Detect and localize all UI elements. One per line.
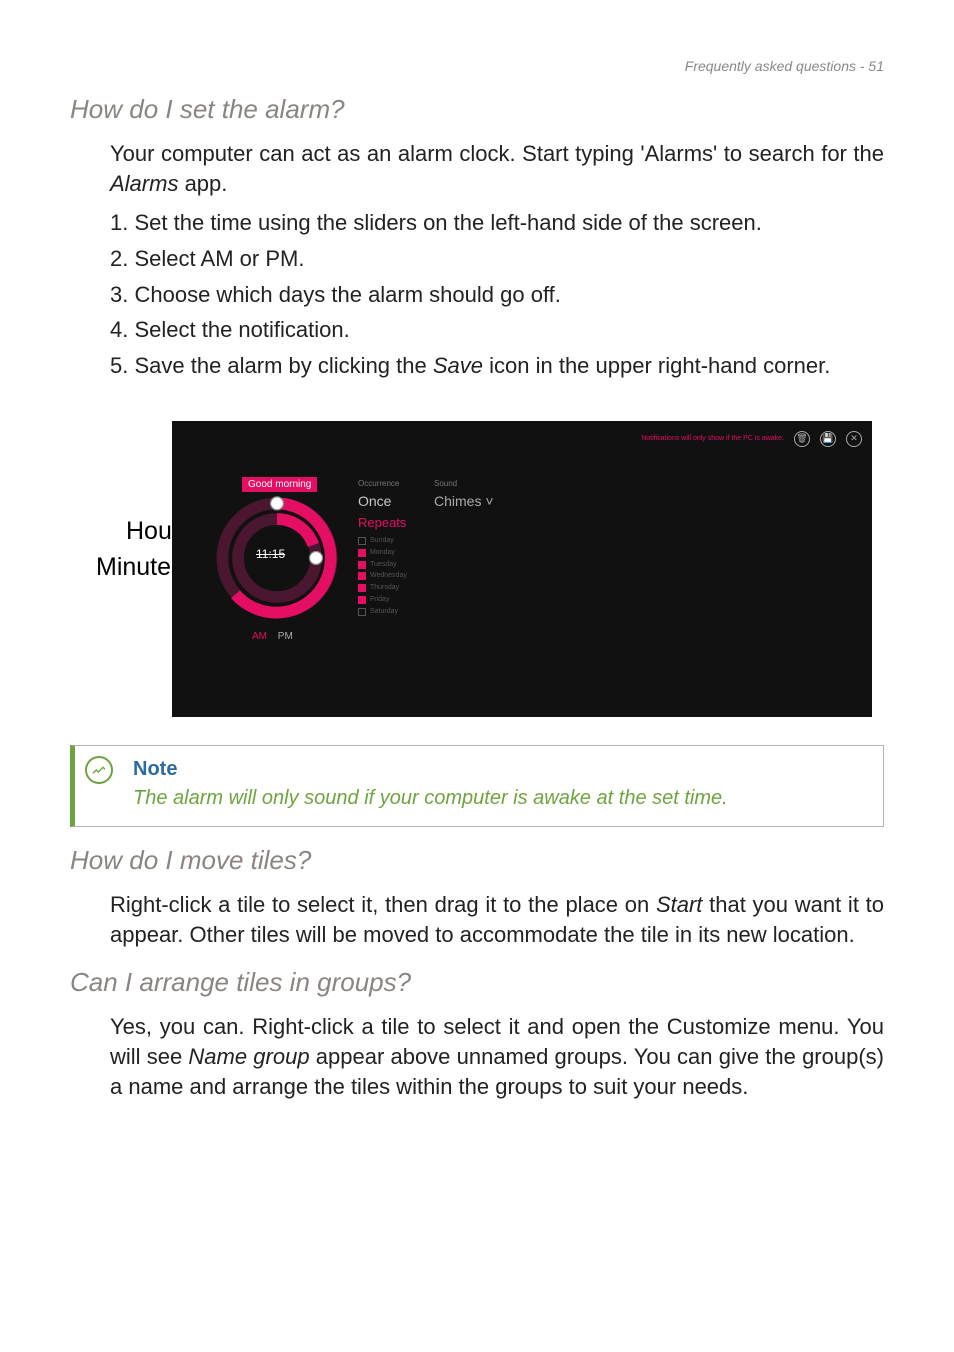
day-tuesday[interactable]: Tuesday: [358, 559, 407, 571]
start-italic: Start: [656, 892, 702, 917]
save-italic: Save: [433, 353, 483, 378]
pm-option[interactable]: PM: [278, 631, 293, 642]
delete-icon[interactable]: 🗑: [794, 431, 810, 447]
alarm-figure: Delete Save Hour Minutes Notifications w…: [82, 421, 872, 717]
step-number: 2.: [110, 246, 128, 271]
step-number: 4.: [110, 317, 128, 342]
step-text: icon in the upper right-hand corner.: [483, 353, 830, 378]
page: Frequently asked questions - 51 How do I…: [0, 0, 954, 1151]
checkbox-icon[interactable]: [358, 549, 366, 557]
alarm-name[interactable]: Good morning: [242, 477, 317, 492]
checkbox-icon[interactable]: [358, 572, 366, 580]
alarm-intro: Your computer can act as an alarm clock.…: [110, 139, 884, 198]
page-header: Frequently asked questions - 51: [70, 58, 884, 74]
step-2: 2. Select AM or PM.: [110, 244, 884, 274]
arrange-groups-text: Yes, you can. Right-click a tile to sele…: [110, 1012, 884, 1101]
day-label: Thursday: [370, 582, 399, 594]
save-icon[interactable]: 💾: [820, 431, 836, 447]
alarms-app-screenshot: Notifications will only show if the PC i…: [172, 421, 872, 717]
day-label: Tuesday: [370, 559, 397, 571]
step-3: 3. Choose which days the alarm should go…: [110, 280, 884, 310]
day-thursday[interactable]: Thursday: [358, 582, 407, 594]
callout-minutes: Minutes: [96, 553, 184, 582]
occurrence-label: Occurrence: [358, 479, 399, 488]
checkbox-icon[interactable]: [358, 596, 366, 604]
day-label: Monday: [370, 547, 395, 559]
app-name: Alarms: [110, 171, 178, 196]
note-title: Note: [133, 758, 869, 781]
close-icon[interactable]: ✕: [846, 431, 862, 447]
day-label: Friday: [370, 594, 389, 606]
heading-move-tiles: How do I move tiles?: [70, 845, 884, 876]
step-text: Select the notification.: [134, 317, 349, 342]
notification-text: Notifications will only show if the PC i…: [641, 435, 784, 442]
note-box: Note The alarm will only sound if your c…: [70, 745, 884, 827]
sound-dropdown[interactable]: Chimes ˅: [434, 493, 494, 509]
day-label: Wednesday: [370, 570, 407, 582]
am-option[interactable]: AM: [252, 631, 267, 642]
text: app.: [178, 171, 227, 196]
checkbox-icon[interactable]: [358, 608, 366, 616]
day-saturday[interactable]: Saturday: [358, 606, 407, 618]
occurrence-once[interactable]: Once: [358, 493, 391, 509]
text: Your computer can act as an alarm clock.…: [110, 141, 884, 166]
step-1: 1. Set the time using the sliders on the…: [110, 208, 884, 238]
sound-label: Sound: [434, 479, 457, 488]
step-5: 5. Save the alarm by clicking the Save i…: [110, 351, 884, 381]
occurrence-repeats[interactable]: Repeats: [358, 515, 406, 530]
day-friday[interactable]: Friday: [358, 594, 407, 606]
day-monday[interactable]: Monday: [358, 547, 407, 559]
alarm-steps: 1. Set the time using the sliders on the…: [110, 208, 884, 380]
heading-alarm: How do I set the alarm?: [70, 94, 884, 125]
move-tiles-text: Right-click a tile to select it, then dr…: [110, 890, 884, 949]
step-number: 3.: [110, 282, 128, 307]
name-group-italic: Name group: [188, 1044, 309, 1069]
step-4: 4. Select the notification.: [110, 315, 884, 345]
checkbox-icon[interactable]: [358, 537, 366, 545]
time-display: 11:15: [256, 547, 285, 561]
day-sunday[interactable]: Sunday: [358, 535, 407, 547]
step-number: 5.: [110, 353, 128, 378]
step-text: Select AM or PM.: [134, 246, 304, 271]
checkbox-icon[interactable]: [358, 584, 366, 592]
screenshot-top-bar: Notifications will only show if the PC i…: [641, 431, 862, 447]
step-text: Choose which days the alarm should go of…: [134, 282, 560, 307]
step-number: 1.: [110, 210, 128, 235]
note-text: The alarm will only sound if your comput…: [133, 785, 869, 812]
ampm-toggle[interactable]: AM PM: [252, 631, 293, 642]
step-text: Set the time using the sliders on the le…: [134, 210, 761, 235]
day-label: Sunday: [370, 535, 394, 547]
heading-arrange-groups: Can I arrange tiles in groups?: [70, 967, 884, 998]
step-text: Save the alarm by clicking the: [134, 353, 432, 378]
note-icon: [85, 756, 113, 784]
day-wednesday[interactable]: Wednesday: [358, 570, 407, 582]
days-list: Sunday Monday Tuesday Wednesday Thursday…: [358, 535, 407, 618]
text: Right-click a tile to select it, then dr…: [110, 892, 656, 917]
checkbox-icon[interactable]: [358, 561, 366, 569]
day-label: Saturday: [370, 606, 398, 618]
